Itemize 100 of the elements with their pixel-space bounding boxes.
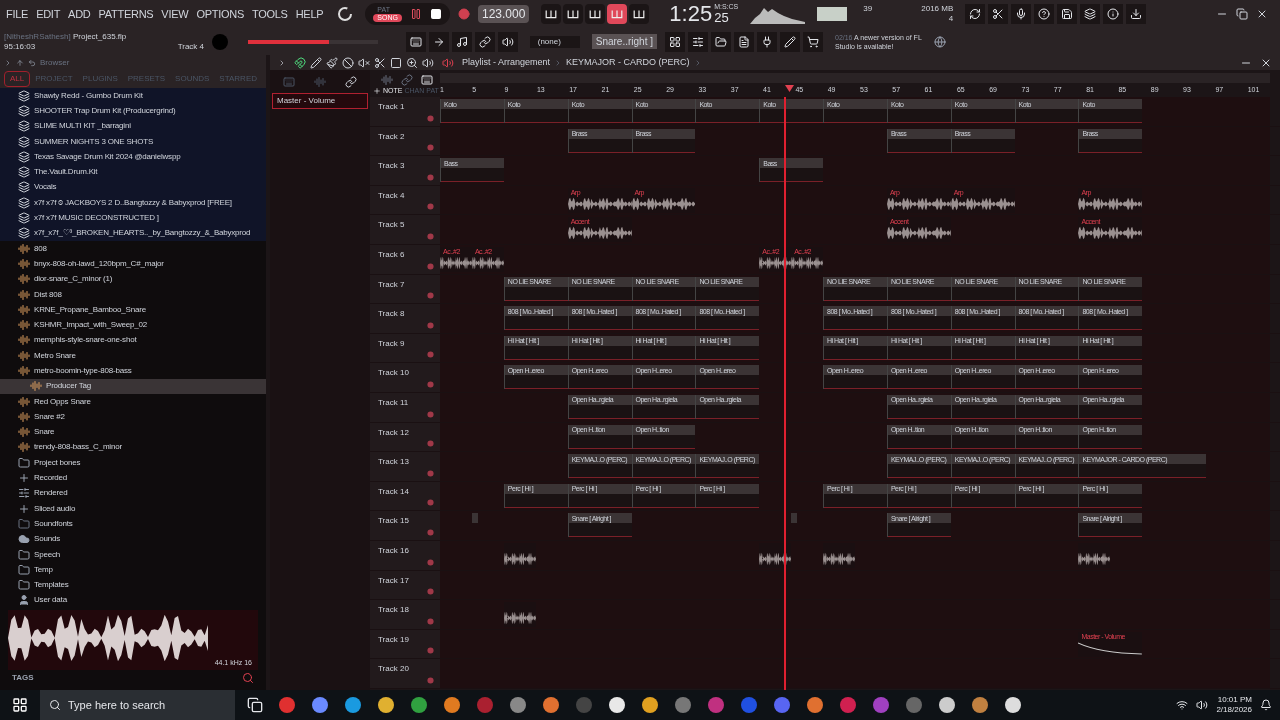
record-dot-icon[interactable] (427, 232, 434, 240)
menu-item[interactable]: OPTIONS (194, 5, 246, 23)
record-dot-icon[interactable] (427, 380, 434, 388)
stop-icon[interactable] (429, 8, 442, 20)
track-header[interactable]: Track 17 (370, 570, 440, 600)
app-icon[interactable] (972, 697, 988, 713)
toolbar-button[interactable] (474, 31, 495, 52)
track-header[interactable]: Track 1 (370, 97, 440, 126)
record-dot-icon[interactable] (427, 528, 434, 536)
menu-item[interactable]: PATTERNS (96, 5, 156, 23)
browser-item[interactable]: x7f x7f MUSIC DECONSTRUCTED ] (0, 210, 266, 226)
toolbar-toggle[interactable] (585, 4, 606, 24)
record-dot-icon[interactable] (427, 588, 434, 596)
record-dot-icon[interactable] (427, 114, 434, 122)
track-header[interactable]: Track 2 (370, 126, 440, 156)
volume-icon[interactable] (1196, 699, 1209, 711)
browser-item[interactable]: KRNE_Propane_Bamboo_Snare (0, 302, 266, 318)
toolbar-button[interactable] (780, 31, 800, 52)
tempo-field[interactable]: 123.000 (477, 5, 530, 23)
toolbar-button[interactable] (451, 31, 472, 52)
record-dot-icon[interactable] (427, 617, 434, 625)
globe-icon[interactable] (934, 35, 946, 48)
browser-item[interactable]: Templates (0, 577, 266, 593)
search-icon[interactable] (242, 672, 254, 685)
tool-icon[interactable] (390, 56, 402, 69)
audio-clip[interactable] (503, 602, 536, 628)
app-icon[interactable] (642, 697, 658, 713)
toolbar-button[interactable] (988, 4, 1009, 24)
piano-icon[interactable] (421, 74, 433, 86)
browser-item[interactable]: KSHMR_Impact_with_Sweep_02 (0, 317, 266, 333)
record-dot-icon[interactable] (427, 499, 434, 507)
record-dot-icon[interactable] (427, 321, 434, 329)
track-header[interactable]: Track 13 (370, 452, 440, 481)
browser-item[interactable]: Shawty Redd - Gumbo Drum Kit (0, 88, 266, 104)
record-icon[interactable] (457, 8, 470, 20)
browser-item[interactable]: metro-boomin-type-808-bass (0, 363, 266, 379)
tool-icon[interactable] (310, 56, 322, 69)
magnet-icon[interactable] (294, 56, 306, 69)
pause-icon[interactable] (409, 8, 422, 20)
record-dot-icon[interactable] (427, 676, 434, 684)
record-dot-icon[interactable] (427, 144, 434, 152)
toolbar-button[interactable] (757, 31, 777, 52)
pattern-selector[interactable]: (none) (529, 35, 580, 48)
toolbar-button[interactable] (803, 31, 823, 52)
track-header[interactable]: Track 3 (370, 156, 440, 185)
toolbar-toggle[interactable] (607, 4, 628, 24)
track-header[interactable]: Track 9 (370, 333, 440, 363)
browser-item[interactable]: SHOOTER Trap Drum Kit (Producergrind) (0, 103, 266, 119)
app-icon[interactable] (312, 697, 328, 713)
browser-item[interactable]: Producer Tag (0, 378, 266, 394)
menu-item[interactable]: VIEW (159, 5, 191, 23)
browser-item[interactable]: Texas Savage Drum Kit 2024 @danielwspp (0, 149, 266, 165)
record-dot-icon[interactable] (427, 292, 434, 300)
app-icon[interactable] (543, 697, 559, 713)
record-dot-icon[interactable] (427, 351, 434, 359)
browser-item[interactable]: Dist 808 (0, 286, 266, 303)
volume-slider[interactable] (248, 39, 378, 44)
menu-item[interactable]: HELP (293, 5, 326, 23)
record-dot-icon[interactable] (427, 410, 434, 418)
browser-item[interactable]: Metro Snare (0, 348, 266, 364)
toolbar-button[interactable] (965, 4, 986, 24)
record-dot-icon[interactable] (427, 440, 434, 448)
browser-item[interactable]: Temp (0, 562, 266, 578)
track-header[interactable]: Track 18 (370, 600, 440, 629)
audio-clip[interactable] (759, 542, 792, 568)
speaker-icon[interactable] (442, 56, 454, 69)
menu-item[interactable]: TOOLS (249, 5, 290, 23)
track-header[interactable]: Track 19 (370, 629, 440, 659)
toolbar-toggle[interactable] (541, 4, 562, 24)
tool-icon[interactable] (406, 56, 418, 69)
browser-item[interactable]: Snare (0, 424, 266, 440)
toolbar-toggle[interactable] (629, 4, 650, 24)
tool-icon[interactable] (422, 56, 434, 69)
browser-item[interactable]: Red Opps Snare (0, 393, 266, 410)
tool-icon[interactable] (358, 56, 370, 69)
wifi-icon[interactable] (1176, 699, 1189, 711)
restore-icon[interactable] (1236, 8, 1248, 20)
toolbar-button[interactable] (734, 31, 754, 52)
track-header[interactable]: Track 20 (370, 659, 440, 688)
audio-clip[interactable] (823, 542, 855, 568)
toolbar-button[interactable] (1126, 4, 1147, 24)
app-icon[interactable] (345, 697, 361, 713)
clip-marker[interactable] (471, 513, 478, 524)
up-icon[interactable] (16, 58, 24, 67)
tool-icon[interactable] (326, 56, 338, 69)
browser-item[interactable]: dior-snare_C_minor (1) (0, 271, 266, 287)
browser-item[interactable]: Rendered (0, 485, 266, 501)
record-dot-icon[interactable] (427, 647, 434, 655)
track-header[interactable]: Track 12 (370, 422, 440, 452)
browser-item[interactable]: Soundfonts (0, 516, 266, 532)
browser-item[interactable]: Snare #2 (0, 409, 266, 425)
track-header[interactable]: Track 10 (370, 363, 440, 392)
audio-clip[interactable] (1078, 542, 1111, 568)
browser-item[interactable]: Sounds (0, 531, 266, 547)
track-header[interactable]: Track 6 (370, 244, 440, 274)
browser-item[interactable]: bnyx-808-oh-lawd_120bpm_C#_major (0, 256, 266, 272)
app-icon[interactable] (939, 697, 955, 713)
track-header[interactable]: Track 15 (370, 511, 440, 540)
start-icon[interactable] (12, 697, 28, 713)
toolbar-toggle[interactable] (563, 4, 584, 24)
